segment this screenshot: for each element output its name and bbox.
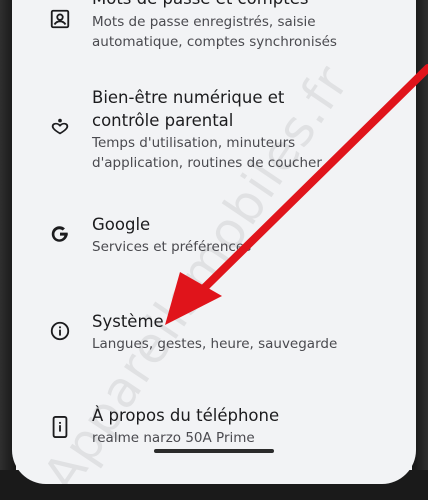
settings-item-subtitle: Temps d'utilisation, minuteurs d'applica… [92,135,322,171]
settings-item-subtitle: Mots de passe enregistrés, saisie automa… [92,14,337,50]
digital-wellbeing-icon [47,114,73,140]
settings-item-about-phone[interactable]: À propos du téléphone realme narzo 50A P… [12,396,416,456]
settings-item-title: Mots de passe et comptes [92,0,396,10]
settings-screen: Appareilsmobiles.fr Mots de passe et com… [12,0,416,484]
settings-item-system[interactable]: Système Langues, gestes, heure, sauvegar… [12,302,416,362]
settings-item-title: À propos du téléphone [92,406,280,425]
google-icon [47,221,73,247]
settings-item-subtitle: Services et préférences [92,239,252,255]
settings-item-title: Bien-être numérique et contrôle parental [92,88,290,130]
settings-item-passwords-accounts[interactable]: Mots de passe et comptes Mots de passe e… [12,0,416,70]
settings-item-subtitle: realme narzo 50A Prime [92,430,255,446]
settings-item-google[interactable]: Google Services et préférences [12,205,416,265]
phone-info-icon [47,414,73,440]
info-icon [47,318,73,344]
settings-item-title: Google [92,215,151,234]
gesture-navigation-handle[interactable] [154,449,274,453]
account-box-icon [47,6,73,32]
settings-item-title: Système [92,312,164,331]
settings-item-digital-wellbeing[interactable]: Bien-être numérique et contrôle parental… [12,78,416,178]
settings-item-subtitle: Langues, gestes, heure, sauvegarde [92,336,338,352]
